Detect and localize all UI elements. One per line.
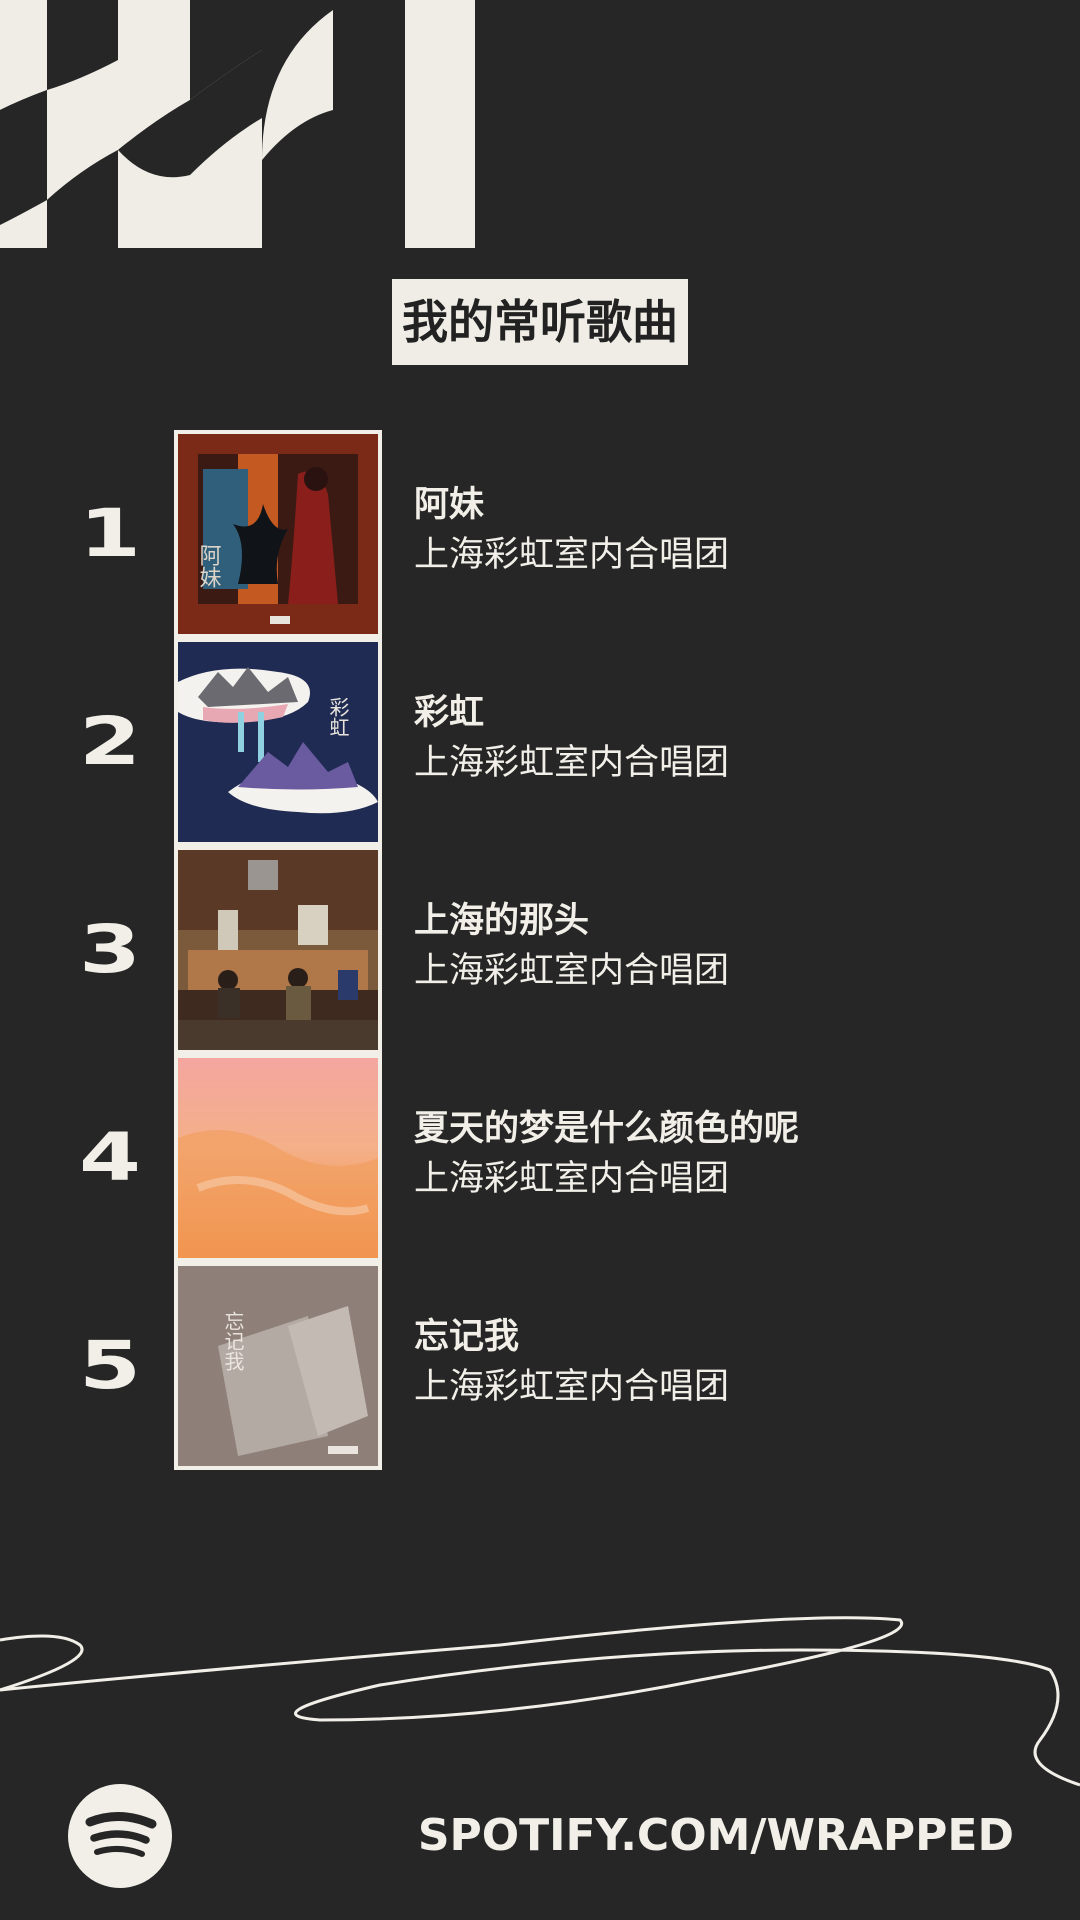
track-title: 上海的那头 bbox=[414, 901, 590, 941]
track-title: 彩虹 bbox=[414, 693, 485, 733]
track-artist: 上海彩虹室内合唱团 bbox=[414, 535, 730, 575]
album-cover-4[interactable] bbox=[178, 1058, 378, 1258]
wrapped-url-link[interactable]: SPOTIFY.COM/WRAPPED bbox=[418, 1808, 1014, 1864]
page-title: 我的常听歌曲 bbox=[392, 279, 688, 365]
track-title: 忘记我 bbox=[414, 1317, 520, 1357]
rank-number: 3 bbox=[78, 911, 142, 988]
rank-number: 5 bbox=[78, 1327, 142, 1404]
rank-number: 1 bbox=[78, 495, 142, 572]
cover-5-text: 忘记我 bbox=[221, 1311, 245, 1371]
track-artist: 上海彩虹室内合唱团 bbox=[414, 951, 730, 991]
track-artist: 上海彩虹室内合唱团 bbox=[414, 1159, 730, 1199]
track-artist: 上海彩虹室内合唱团 bbox=[414, 1367, 730, 1407]
spotify-logo-icon[interactable] bbox=[68, 1784, 172, 1888]
rank-number: 4 bbox=[78, 1119, 142, 1196]
track-3[interactable]: 上海的那头 上海彩虹室内合唱团 bbox=[414, 896, 1034, 996]
track-1[interactable]: 阿妹 上海彩虹室内合唱团 bbox=[414, 480, 1034, 580]
rank-number: 2 bbox=[78, 703, 142, 780]
album-cover-5[interactable]: 忘记我 bbox=[178, 1266, 378, 1466]
track-2[interactable]: 彩虹 上海彩虹室内合唱团 bbox=[414, 688, 1034, 788]
track-5[interactable]: 忘记我 上海彩虹室内合唱团 bbox=[414, 1312, 1034, 1412]
cover-2-text: 彩虹 bbox=[326, 697, 350, 737]
track-title: 夏天的梦是什么颜色的呢 bbox=[414, 1109, 800, 1149]
track-artist: 上海彩虹室内合唱团 bbox=[414, 743, 730, 783]
album-cover-1[interactable]: 阿妹 bbox=[178, 434, 378, 634]
album-cover-3[interactable] bbox=[178, 850, 378, 1050]
album-cover-2[interactable]: 彩虹 bbox=[178, 642, 378, 842]
track-4[interactable]: 夏天的梦是什么颜色的呢 上海彩虹室内合唱团 bbox=[414, 1104, 1034, 1204]
track-title: 阿妹 bbox=[414, 485, 485, 525]
cover-1-text: 阿妹 bbox=[196, 544, 222, 588]
checker-pattern bbox=[0, 0, 480, 250]
decorative-squiggle bbox=[0, 1616, 1080, 1787]
